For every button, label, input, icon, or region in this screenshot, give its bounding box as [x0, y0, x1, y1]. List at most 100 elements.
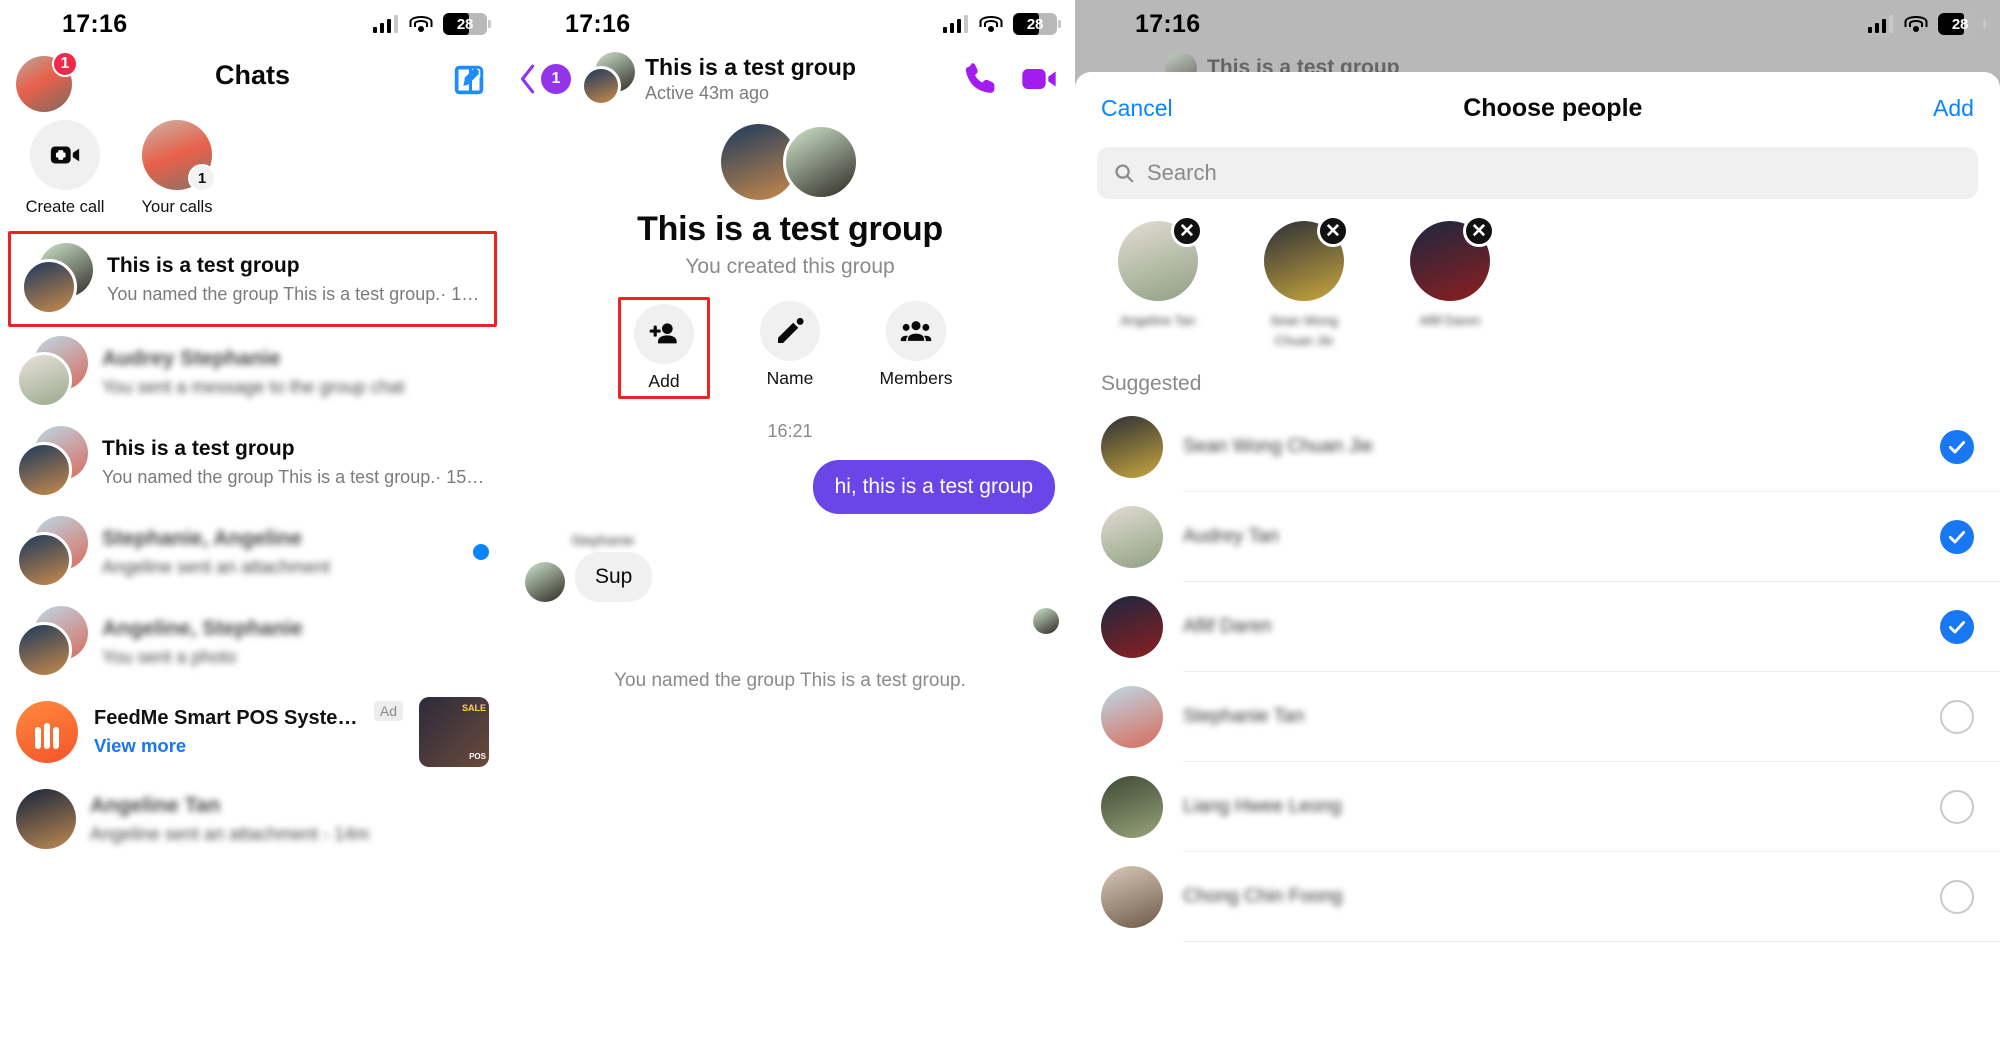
close-icon[interactable]: ✕ [1317, 215, 1349, 247]
conversation-header: 1 This is a test group Active 43m ago [505, 48, 1075, 116]
battery-icon: 28 [1013, 13, 1057, 35]
status-bar-2: 17:16 28 [505, 0, 1075, 48]
back-button[interactable]: 1 [517, 62, 571, 96]
close-icon[interactable]: ✕ [1463, 215, 1495, 247]
avatar [16, 789, 76, 850]
compose-icon[interactable] [451, 62, 487, 98]
pencil-icon [760, 301, 820, 361]
selected-chip[interactable]: ✕ Aflif Daren [1403, 215, 1497, 350]
wifi-icon [979, 15, 1002, 33]
checkbox-selected[interactable] [1940, 430, 1974, 464]
sponsored-ad-row[interactable]: FeedMe Smart POS System -... View more A… [0, 687, 505, 777]
person-row[interactable]: Chong Chin Foong [1075, 852, 2000, 942]
avatar [1101, 866, 1163, 928]
chat-row[interactable]: Angeline Tan Angeline sent an attachment… [0, 777, 505, 861]
group-action-add[interactable]: Add [618, 297, 710, 399]
page-title: Chats [214, 60, 290, 90]
chat-name: Angeline Tan [90, 794, 221, 818]
system-message: You named the group This is a test group… [614, 670, 966, 691]
status-icons: 28 [372, 13, 487, 35]
avatar[interactable] [581, 52, 635, 106]
chat-name: Stephanie, Angeline [102, 527, 302, 551]
chat-preview-text: You named the group This is a test group… [102, 467, 436, 488]
shortcut-row: Create call 1 Your calls [0, 114, 505, 229]
feedme-logo-icon [16, 701, 78, 764]
section-label: Suggested [1101, 372, 1202, 395]
chat-preview: Angeline sent an attachment - 14m [90, 824, 370, 845]
chat-row[interactable]: Audrey Stephanie You sent a message to t… [0, 327, 505, 417]
read-receipt-avatar [1033, 608, 1059, 634]
checkbox-unselected[interactable] [1940, 700, 1974, 734]
message-bubble-incoming[interactable]: Sup [575, 552, 653, 602]
battery-icon: 28 [1938, 13, 1982, 35]
group-avatars [505, 124, 1075, 200]
group-intro: This is a test group You created this gr… [505, 116, 1075, 442]
status-bar-3: 17:16 28 [1075, 0, 2000, 48]
message-sender-name: Stephanie [571, 532, 635, 548]
avatar [16, 516, 88, 589]
battery-level: 28 [1026, 15, 1044, 33]
video-icon[interactable] [1019, 59, 1059, 99]
ad-thumbnail[interactable]: SALE POS [419, 697, 489, 768]
chat-preview: You named the group This is a test group… [102, 465, 489, 489]
chat-row[interactable]: This is a test group You named the group… [0, 417, 505, 507]
check-icon [1948, 441, 1966, 454]
panel-conversation: 17:16 28 1 This is a test group Active 4… [505, 0, 1075, 1047]
group-action-label: Name [766, 368, 814, 388]
ad-cta-link[interactable]: View more [94, 735, 358, 757]
chat-row[interactable]: Stephanie, Angeline Angeline sent an att… [0, 507, 505, 597]
close-icon[interactable]: ✕ [1171, 215, 1203, 247]
shortcut-create-call[interactable]: Create call [22, 120, 108, 217]
cancel-button[interactable]: Cancel [1101, 95, 1173, 122]
chat-preview: You sent a photo [102, 647, 237, 668]
cellular-signal-icon [372, 15, 398, 33]
video-plus-icon [30, 120, 100, 190]
shortcut-your-calls[interactable]: 1 Your calls [134, 120, 220, 217]
chat-preview-text: You named the group This is a test group… [107, 284, 441, 305]
avatar: 1 [142, 120, 216, 192]
battery-icon: 28 [443, 13, 487, 35]
conversation-status: Active 43m ago [645, 83, 770, 104]
selected-chip[interactable]: ✕ Sean Wong Chuan Jie [1257, 215, 1351, 350]
avatar [525, 562, 565, 602]
person-row[interactable]: Audrey Tan [1075, 492, 2000, 582]
three-panel-screenshot: 17:16 28 1 Chats Create call 1 Your call… [0, 0, 2000, 1047]
cellular-signal-icon [1867, 15, 1893, 33]
chats-header: 1 Chats [0, 48, 505, 114]
checkbox-unselected[interactable] [1940, 790, 1974, 824]
battery-level: 28 [456, 15, 474, 33]
person-row[interactable]: Sean Wong Chuan Jie [1075, 402, 2000, 492]
person-name: Sean Wong Chuan Jie [1183, 436, 1373, 457]
cellular-signal-icon [942, 15, 968, 33]
checkbox-selected[interactable] [1940, 520, 1974, 554]
people-icon [886, 301, 946, 361]
chat-preview: Angeline sent an attachment [102, 557, 331, 578]
chat-row[interactable]: Angeline, Stephanie You sent a photo [0, 597, 505, 687]
person-row[interactable]: Aflif Daren [1075, 582, 2000, 672]
search-input[interactable]: Search [1097, 147, 1978, 199]
person-row[interactable]: Liang Hwee Leong [1075, 762, 2000, 852]
person-row[interactable]: Stephanie Tan [1075, 672, 2000, 762]
sheet-title: Choose people [1463, 94, 1643, 122]
status-icons: 28 [942, 13, 1057, 35]
group-action-members[interactable]: Members [870, 297, 962, 399]
message-bubble-outgoing[interactable]: hi, this is a test group [812, 460, 1055, 514]
group-action-name[interactable]: Name [744, 297, 836, 399]
checkbox-selected[interactable] [1940, 610, 1974, 644]
search-icon [1115, 164, 1134, 183]
status-icons: 28 [1867, 13, 1982, 35]
chat-preview: You named the group This is a test group… [107, 282, 484, 306]
checkbox-unselected[interactable] [1940, 880, 1974, 914]
phone-icon[interactable] [961, 59, 1001, 99]
shortcut-label: Create call [25, 198, 105, 216]
chat-name: Angeline, Stephanie [102, 617, 303, 641]
avatar [1101, 416, 1163, 478]
chat-row-highlighted[interactable]: This is a test group You named the group… [8, 231, 497, 328]
add-button[interactable]: Add [1933, 95, 1974, 122]
selected-chip[interactable]: ✕ Angeline Tan [1111, 215, 1205, 350]
avatar [16, 606, 88, 679]
chat-list: This is a test group You named the group… [0, 229, 505, 861]
avatar [1101, 776, 1163, 838]
unread-indicator [473, 544, 489, 561]
wifi-icon [1904, 15, 1927, 33]
